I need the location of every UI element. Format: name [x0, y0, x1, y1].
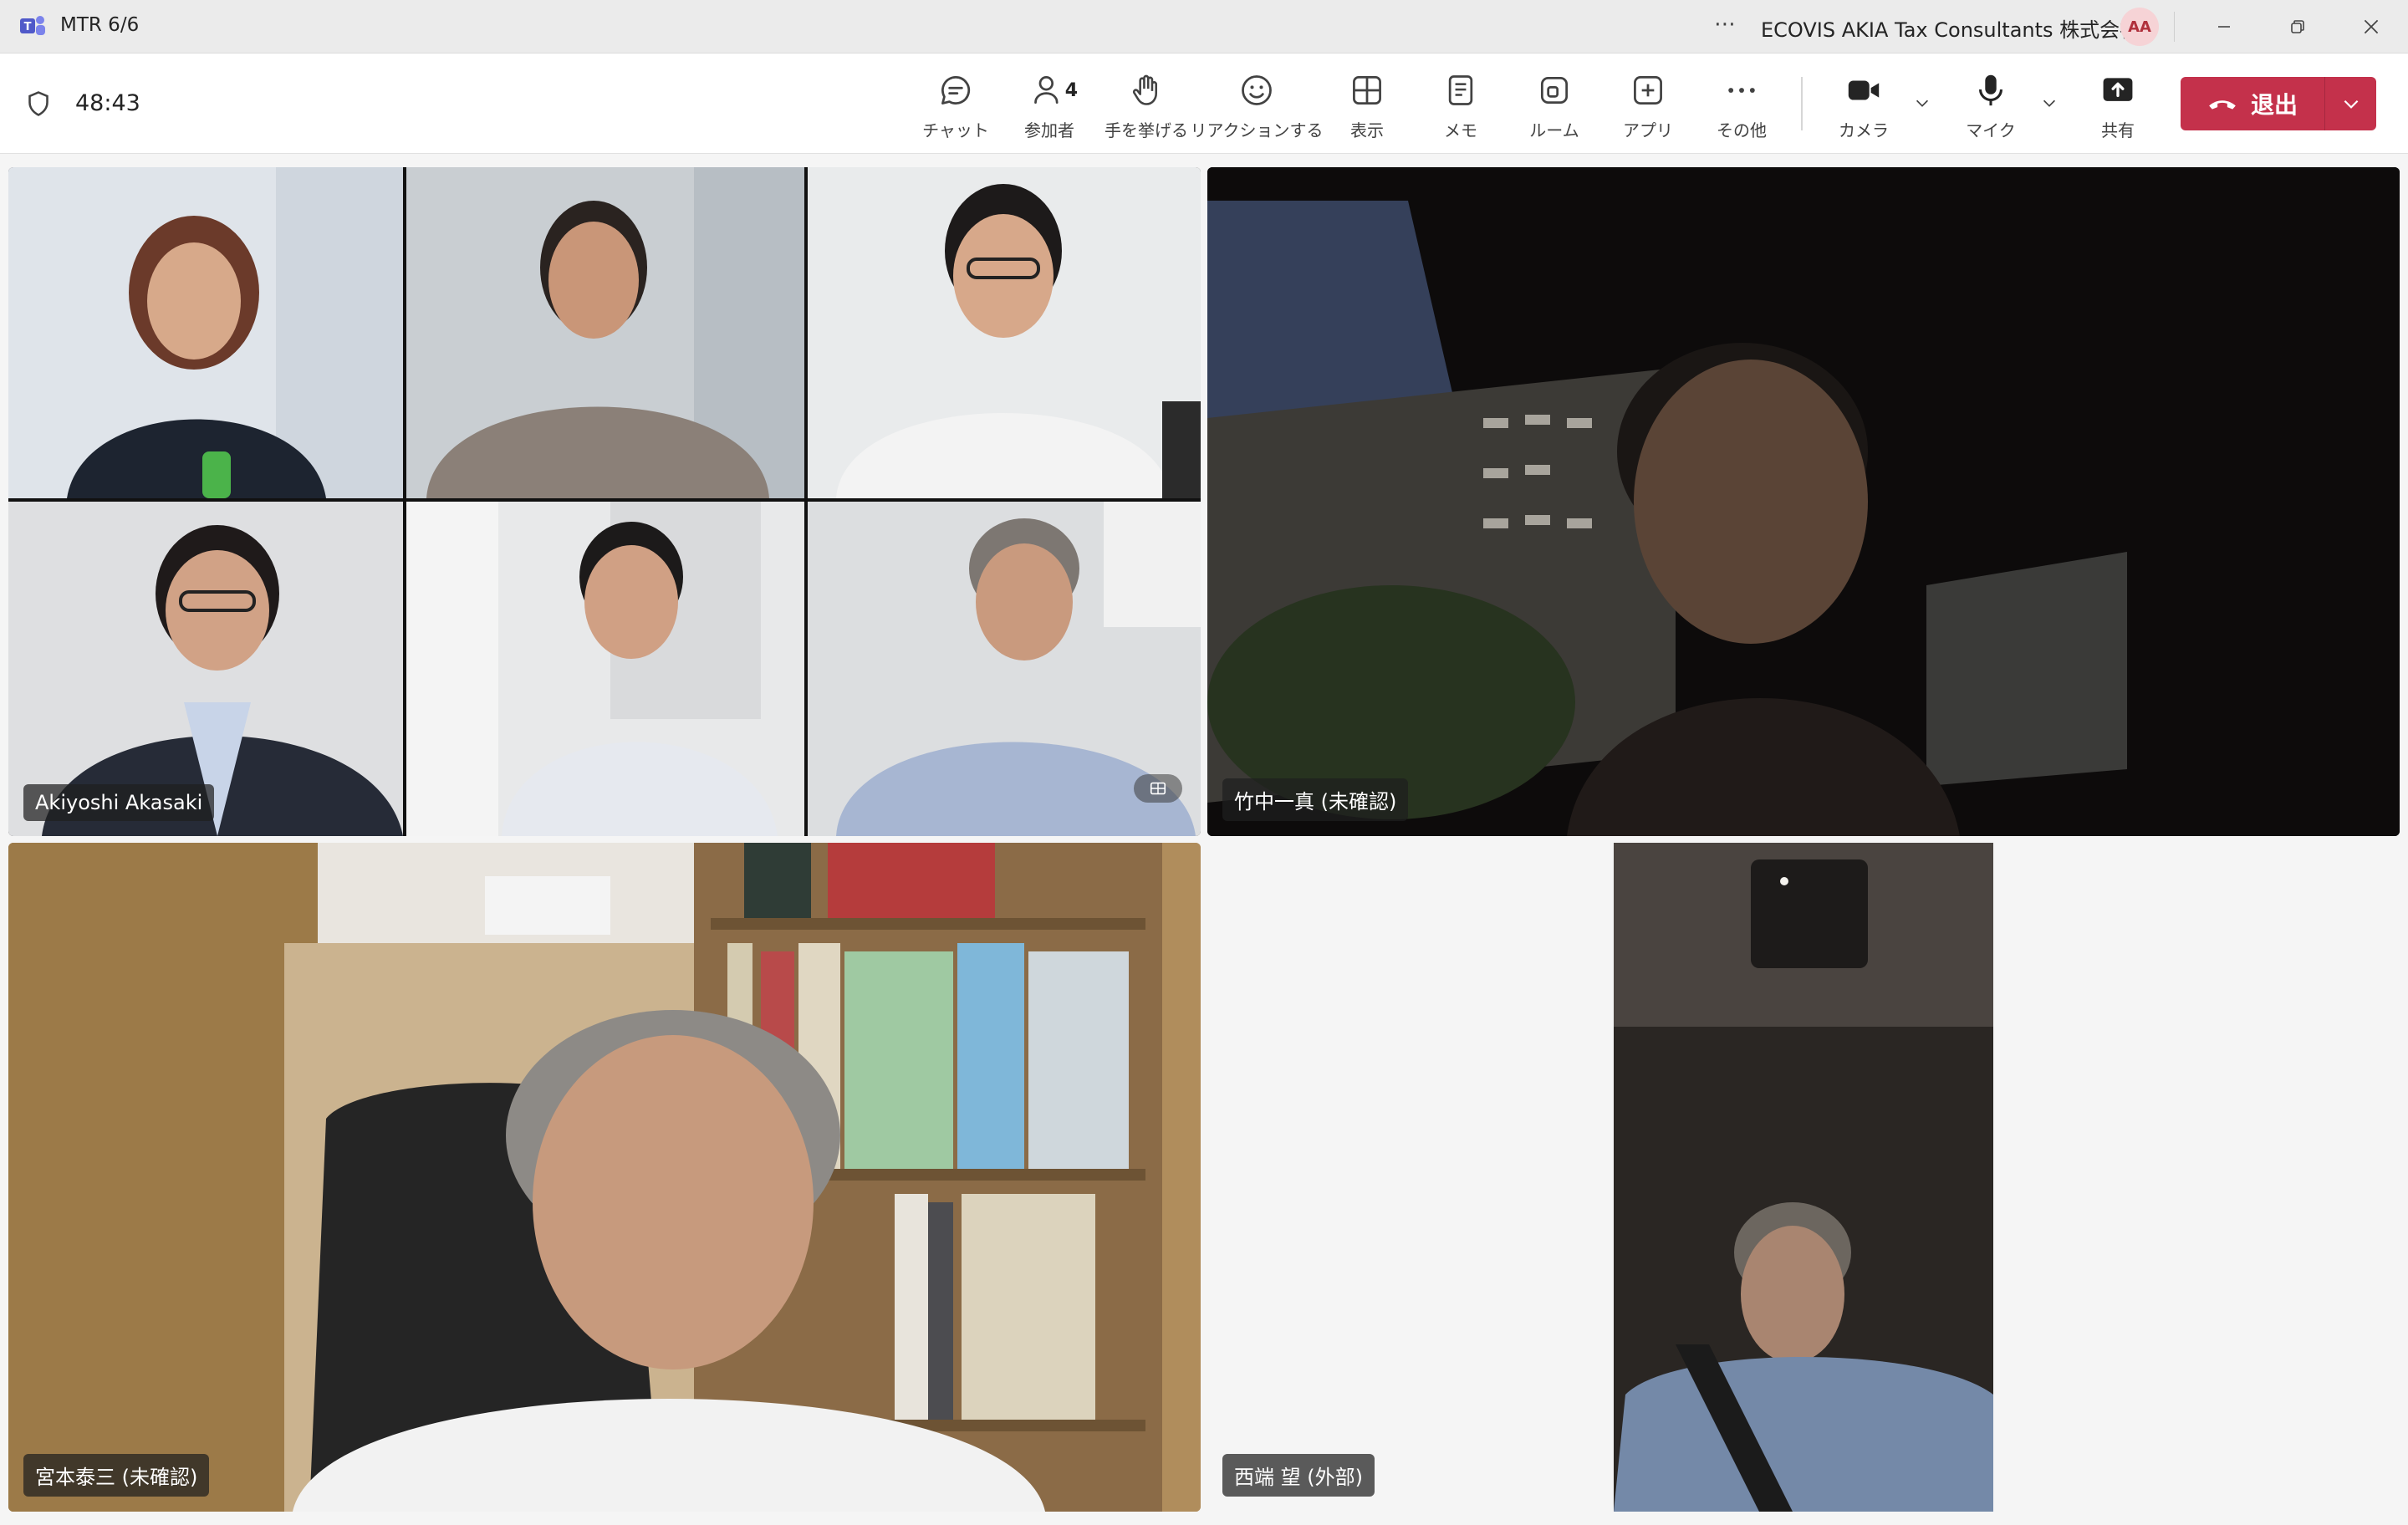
camera-button[interactable]: カメラ [1818, 69, 1910, 144]
camera-icon [1848, 80, 1880, 100]
mic-button[interactable]: マイク [1945, 69, 2037, 144]
office-video [8, 843, 1201, 1512]
people-icon [1034, 76, 1059, 105]
minimize-icon [2218, 26, 2230, 28]
hang-up-icon [2209, 100, 2236, 110]
chat-label: チャット [922, 120, 989, 140]
organization-name: ECOVIS AKIA Tax Consultants 株式会社 [1761, 18, 2140, 42]
restore-icon [2291, 20, 2304, 33]
rooms-button[interactable]: ルーム [1508, 69, 1600, 144]
add-app-icon [1634, 76, 1662, 105]
leave-label: 退出 [2251, 91, 2298, 119]
notes-icon [1448, 75, 1473, 105]
share-button[interactable]: 共有 [2072, 69, 2164, 144]
video-tile-car[interactable]: 竹中一真 (未確認) [1207, 167, 2400, 836]
more-button[interactable]: その他 [1696, 69, 1788, 144]
meeting-timer: 48:43 [75, 90, 140, 116]
apps-label: アプリ [1623, 120, 1673, 140]
participants-label: 参加者 [1024, 120, 1074, 140]
participant-name-tag: Akiyoshi Akasaki [23, 784, 215, 821]
participant-count: 4 [1064, 80, 1078, 101]
more-label: その他 [1717, 120, 1767, 140]
share-screen-icon [2103, 78, 2133, 101]
room-cell-3 [808, 167, 1201, 498]
meeting-toolbar: 48:43 チャット 4 参加者 手を挙げる リアクションする 表示 メモ ルー… [0, 54, 2408, 154]
close-icon [2364, 19, 2379, 34]
participant-name-tag: 西端 望 (外部) [1222, 1454, 1375, 1497]
participant-name-tag: 宮本泰三 (未確認) [23, 1454, 210, 1497]
title-bar: T MTR 6/6 ⋯ ECOVIS AKIA Tax Consultants … [0, 0, 2408, 54]
room-cell-1 [8, 167, 403, 498]
notes-label: メモ [1444, 120, 1477, 140]
apps-button[interactable]: アプリ [1602, 69, 1694, 144]
chevron-down-icon [2043, 99, 2056, 107]
avatar-initials: AA [2128, 18, 2151, 36]
reactions-label: リアクションする [1190, 120, 1324, 140]
mic-options-button[interactable] [2037, 90, 2062, 115]
layout-toggle-button[interactable] [1134, 774, 1182, 803]
restore-button[interactable] [2281, 10, 2314, 43]
raise-hand-label: 手を挙げる [1105, 120, 1188, 140]
participant-name-tag: 竹中一真 (未確認) [1222, 778, 1409, 821]
raise-hand-button[interactable]: 手を挙げる [1100, 69, 1192, 144]
leave-button[interactable]: 退出 [2181, 77, 2376, 130]
minimize-button[interactable] [2207, 10, 2241, 43]
room-cell-5 [406, 502, 804, 836]
video-tile-room-grid[interactable]: Akiyoshi Akasaki [8, 167, 1201, 836]
window-title: MTR 6/6 [60, 14, 140, 36]
more-dots-icon [1728, 88, 1755, 93]
chat-button[interactable]: チャット [910, 69, 1002, 144]
teams-logo-icon: T [20, 16, 45, 35]
chat-icon [941, 76, 971, 105]
microphone-icon [1979, 74, 2002, 106]
room-cell-2 [406, 167, 804, 498]
close-button[interactable] [2354, 10, 2388, 43]
camera-options-button[interactable] [1910, 90, 1935, 115]
participants-button[interactable]: 4 参加者 [1003, 69, 1095, 144]
share-label: 共有 [2101, 120, 2135, 140]
toolbar-divider [1801, 77, 1803, 130]
view-label: 表示 [1350, 120, 1384, 140]
leave-options-button[interactable] [2325, 77, 2376, 130]
chevron-down-icon [1916, 99, 1929, 107]
camera-label: カメラ [1839, 120, 1889, 140]
notes-button[interactable]: メモ [1415, 69, 1507, 144]
leave-main[interactable]: 退出 [2181, 77, 2324, 130]
more-options-icon[interactable]: ⋯ [1714, 12, 1737, 37]
video-tile-portrait[interactable]: 西端 望 (外部) [1207, 843, 2400, 1512]
view-button[interactable]: 表示 [1321, 69, 1413, 144]
smiley-icon [1242, 75, 1272, 105]
avatar[interactable]: AA [2120, 8, 2159, 46]
rooms-icon [1540, 76, 1569, 105]
mic-label: マイク [1966, 120, 2016, 140]
grid-view-icon [1353, 76, 1381, 105]
portrait-video [1614, 843, 1993, 1512]
rooms-label: ルーム [1529, 120, 1579, 140]
room-grid-video [8, 167, 1201, 836]
grid-view-icon [1150, 782, 1166, 795]
video-tile-office[interactable]: 宮本泰三 (未確認) [8, 843, 1201, 1512]
hand-icon [1132, 74, 1158, 105]
car-video [1207, 167, 2400, 836]
shield-icon [28, 91, 48, 116]
title-divider [2174, 12, 2175, 42]
reactions-button[interactable]: リアクションする [1191, 69, 1324, 144]
chevron-down-icon [2344, 99, 2358, 109]
svg-text:T: T [24, 21, 32, 33]
